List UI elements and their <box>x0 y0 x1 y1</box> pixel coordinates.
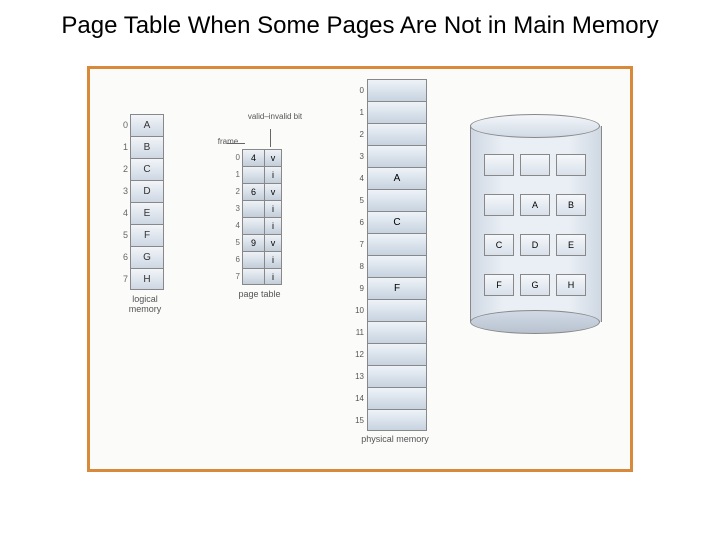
page-table-frame <box>242 251 264 268</box>
disk-block: H <box>556 274 586 296</box>
disk-block: B <box>556 194 586 216</box>
logical-memory-cell: G <box>130 246 164 268</box>
page-table-bit: v <box>264 149 282 166</box>
physical-memory-cell <box>367 365 427 387</box>
disk-block: A <box>520 194 550 216</box>
page-table-bit: v <box>264 183 282 200</box>
page-table-frame: 9 <box>242 234 264 251</box>
disk-block <box>484 154 514 176</box>
physical-memory-cell <box>367 343 427 365</box>
arrow-line <box>270 129 271 147</box>
disk-block: C <box>484 234 514 256</box>
valid-invalid-label: valid–invalid bit <box>245 113 305 122</box>
page-table-bit: i <box>264 166 282 183</box>
disk-block <box>556 154 586 176</box>
disk-cylinder: A B C D E F G H <box>470 114 600 334</box>
page-table-bit: i <box>264 217 282 234</box>
physical-memory-table: 0 1 2 3 4A 5 6C 7 8 9F 10 11 12 13 14 15 <box>348 79 427 431</box>
physical-memory-cell <box>367 123 427 145</box>
physical-memory-cell <box>367 387 427 409</box>
disk-block: G <box>520 274 550 296</box>
logical-memory-cell: B <box>130 136 164 158</box>
cylinder-bottom <box>470 310 600 334</box>
page-table-frame: 6 <box>242 183 264 200</box>
logical-memory-cell: H <box>130 268 164 290</box>
diagram-canvas: 0A 1B 2C 3D 4E 5F 6G 7H logical memory f… <box>87 66 633 472</box>
page-table-bit: i <box>264 200 282 217</box>
physical-memory-cell <box>367 145 427 167</box>
physical-memory-cell: A <box>367 167 427 189</box>
page-table-bit: i <box>264 268 282 285</box>
disk-block-grid: A B C D E F G H <box>484 154 586 304</box>
logical-memory-table: 0A 1B 2C 3D 4E 5F 6G 7H <box>118 114 164 290</box>
disk-block: E <box>556 234 586 256</box>
arrow-line <box>227 143 245 144</box>
page-table-caption: page table <box>232 289 287 299</box>
page-title: Page Table When Some Pages Are Not in Ma… <box>0 0 720 46</box>
page-table-frame <box>242 268 264 285</box>
disk-block <box>520 154 550 176</box>
page-table-frame <box>242 217 264 234</box>
physical-memory-cell <box>367 255 427 277</box>
physical-memory-cell <box>367 299 427 321</box>
page-table-bit: v <box>264 234 282 251</box>
physical-memory-cell <box>367 409 427 431</box>
physical-memory-cell <box>367 321 427 343</box>
page-table: 04v 1i 26v 3i 4i 59v 6i 7i <box>230 149 282 285</box>
physical-memory-cell <box>367 233 427 255</box>
page-table-frame <box>242 166 264 183</box>
frame-header-label: frame <box>208 137 248 146</box>
page-table-frame: 4 <box>242 149 264 166</box>
physical-memory-caption: physical memory <box>355 434 435 444</box>
logical-memory-cell: D <box>130 180 164 202</box>
physical-memory-cell: F <box>367 277 427 299</box>
disk-block: F <box>484 274 514 296</box>
page-table-bit: i <box>264 251 282 268</box>
logical-memory-cell: F <box>130 224 164 246</box>
logical-memory-cell: E <box>130 202 164 224</box>
page-table-frame <box>242 200 264 217</box>
disk-block: D <box>520 234 550 256</box>
logical-memory-caption: logical memory <box>120 294 170 314</box>
logical-memory-cell: C <box>130 158 164 180</box>
physical-memory-cell <box>367 189 427 211</box>
physical-memory-cell: C <box>367 211 427 233</box>
disk-block <box>484 194 514 216</box>
physical-memory-cell <box>367 79 427 101</box>
logical-memory-cell: A <box>130 114 164 136</box>
physical-memory-cell <box>367 101 427 123</box>
